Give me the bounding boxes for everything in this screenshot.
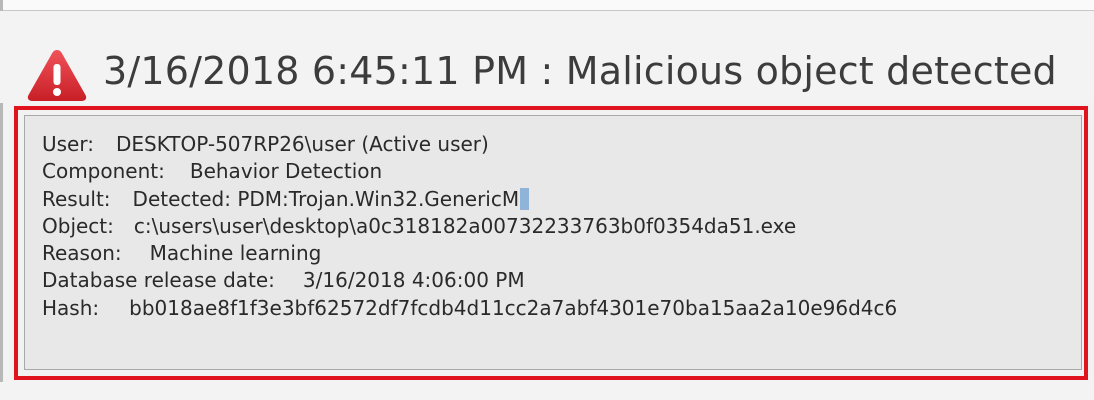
details-panel[interactable]: User: DESKTOP-507RP26\user (Active user) … [24, 115, 1082, 370]
detail-label-object: Object: [42, 213, 114, 238]
detail-value-hash: bb018ae8f1f3e3bf62572df7fcdb4d11cc2a7abf… [129, 295, 898, 320]
detail-value-db-date: 3/16/2018 4:06:00 PM [302, 268, 525, 293]
detail-row-result: Result: Detected: PDM:Trojan.Win32.Generi… [42, 186, 897, 213]
detail-value-component: Behavior Detection [189, 159, 383, 184]
detail-value-reason: Machine learning [149, 241, 322, 266]
detail-label-db-date: Database release date: [42, 268, 275, 293]
detail-label-component: Component: [42, 159, 165, 184]
detail-label-hash: Hash: [42, 295, 100, 320]
detail-label-result: Result: [42, 186, 111, 211]
detail-value-object: c:\users\user\desktop\a0c318182a00732233… [133, 213, 797, 238]
window-bottom-area [0, 382, 1094, 400]
detail-value-result: Detected: PDM:Trojan.Win32.GenericM [132, 186, 520, 211]
detail-row-db-date: Database release date: 3/16/2018 4:06:00 … [42, 267, 897, 294]
detail-value-user: DESKTOP-507RP26\user (Active user) [115, 132, 489, 156]
event-title: 3/16/2018 6:45:11 PM : Malicious object … [103, 49, 1057, 93]
detail-row-reason: Reason: Machine learning [42, 240, 897, 267]
event-header: 3/16/2018 6:45:11 PM : Malicious object … [0, 11, 1094, 103]
detection-window: 3/16/2018 6:45:11 PM : Malicious object … [0, 0, 1094, 400]
warning-triangle-icon [27, 50, 87, 101]
window-top-edge [0, 0, 1094, 11]
detail-label-reason: Reason: [42, 241, 122, 266]
detail-row-component: Component: Behavior Detection [42, 158, 897, 185]
detail-row-hash: Hash: bb018ae8f1f3e3bf62572df7fcdb4d11cc2… [42, 295, 897, 322]
detail-label-user: User: [42, 132, 94, 156]
details-text: User: DESKTOP-507RP26\user (Active user) … [42, 131, 897, 322]
text-selection-cursor [520, 187, 530, 210]
detail-row-object: Object: c:\users\user\desktop\a0c318182a0… [42, 213, 897, 240]
detail-row-user: User: DESKTOP-507RP26\user (Active user) [42, 131, 897, 158]
